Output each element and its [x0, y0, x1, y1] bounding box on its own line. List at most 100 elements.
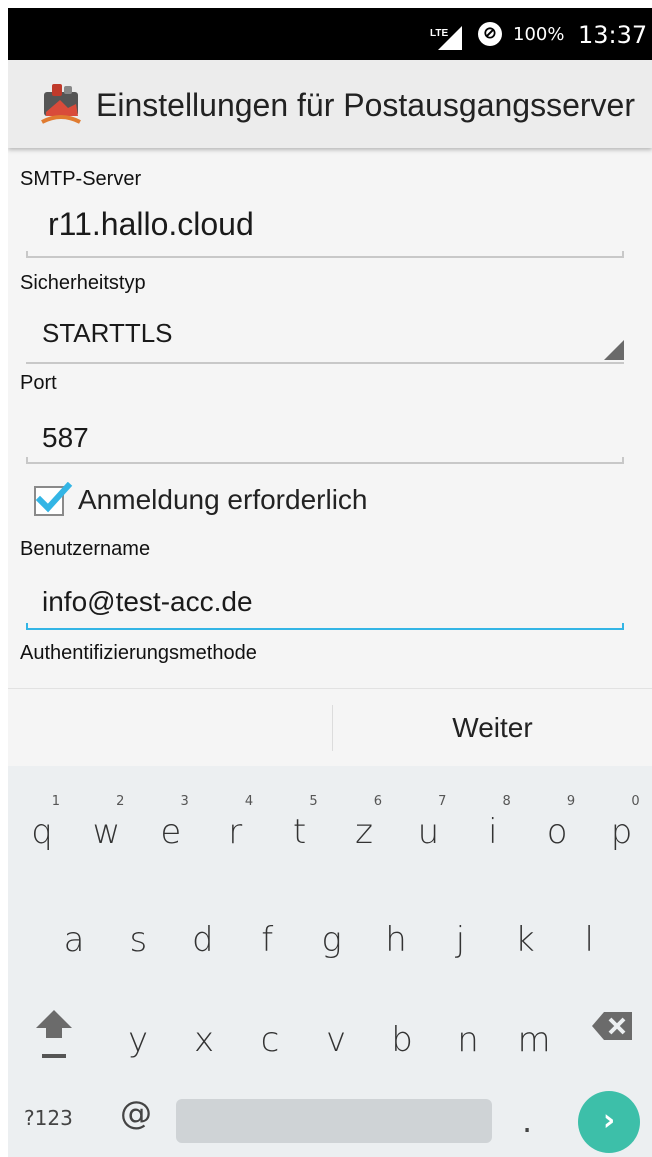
port-label: Port: [20, 372, 57, 394]
key-label: j: [455, 920, 466, 960]
status-bar: LTE ⊘ 100% 13:37: [8, 8, 652, 60]
key-label: c: [260, 1020, 280, 1060]
key-label: b: [391, 1020, 413, 1060]
key-a[interactable]: a: [42, 892, 106, 972]
key-hint: 2: [116, 794, 125, 809]
phone-screen: LTE ⊘ 100% 13:37 Einstellungen für Posta…: [8, 8, 652, 1157]
port-input[interactable]: 587: [26, 408, 624, 464]
key-label: z: [355, 812, 373, 852]
username-label: Benutzername: [20, 538, 151, 560]
data-saver-icon: ⊘: [478, 22, 502, 46]
backspace-key[interactable]: [590, 1006, 636, 1046]
key-j[interactable]: j: [428, 892, 492, 972]
key-w[interactable]: w2: [74, 784, 138, 864]
key-c[interactable]: c: [238, 992, 302, 1072]
key-label: u: [417, 812, 440, 852]
soft-keyboard: ?123 @ . › q1w2e3r4t5z6u7i8o9p0asdfghjkl…: [8, 766, 652, 1157]
key-label: n: [457, 1020, 479, 1060]
key-label: g: [321, 920, 342, 960]
security-type-value: STARTTLS: [42, 318, 173, 348]
button-bar: Weiter: [8, 688, 652, 767]
page-title: Einstellungen für Postausgangsserver: [96, 87, 635, 123]
input-underline: [26, 256, 624, 258]
key-hint: 1: [51, 794, 60, 809]
key-y[interactable]: y: [106, 992, 170, 1072]
spinner-underline: [26, 362, 624, 364]
next-button[interactable]: Weiter: [333, 689, 652, 767]
auth-required-label: Anmeldung erforderlich: [78, 484, 368, 515]
key-label: p: [610, 812, 633, 852]
port-value: 587: [42, 422, 89, 453]
key-label: l: [584, 920, 594, 960]
key-k[interactable]: k: [493, 892, 557, 972]
shift-icon: [36, 1010, 72, 1058]
key-hint: 7: [438, 794, 447, 809]
signal-icon: [438, 26, 462, 50]
key-label: s: [129, 920, 148, 960]
key-label: t: [292, 812, 307, 852]
smtp-server-value: r11.hallo.cloud: [48, 206, 254, 242]
auth-method-label: Authentifizierungsmethode: [20, 642, 257, 664]
key-d[interactable]: d: [171, 892, 235, 972]
space-key[interactable]: [176, 1099, 492, 1143]
key-o[interactable]: o9: [525, 784, 589, 864]
key-hint: 6: [373, 794, 382, 809]
key-hint: 3: [180, 794, 189, 809]
security-type-label: Sicherheitstyp: [20, 272, 146, 294]
dropdown-arrow-icon: [604, 340, 624, 360]
key-z[interactable]: z6: [332, 784, 396, 864]
key-u[interactable]: u7: [396, 784, 460, 864]
key-h[interactable]: h: [364, 892, 428, 972]
key-hint: 0: [631, 794, 640, 809]
key-hint: 9: [566, 794, 576, 809]
smtp-server-input[interactable]: r11.hallo.cloud: [26, 202, 624, 258]
app-bar: Einstellungen für Postausgangsserver: [8, 60, 652, 148]
key-hint: 5: [309, 794, 318, 809]
key-label: k: [514, 920, 535, 960]
key-v[interactable]: v: [304, 992, 368, 1072]
key-q[interactable]: q1: [10, 784, 74, 864]
key-label: r: [228, 812, 243, 852]
go-key[interactable]: ›: [578, 1091, 640, 1153]
key-m[interactable]: m: [502, 992, 566, 1072]
key-g[interactable]: g: [300, 892, 364, 972]
key-e[interactable]: e3: [139, 784, 203, 864]
key-label: f: [261, 920, 274, 960]
key-b[interactable]: b: [370, 992, 434, 1072]
mail-app-icon: [41, 84, 81, 124]
shift-key[interactable]: [26, 996, 82, 1066]
key-r[interactable]: r4: [203, 784, 267, 864]
key-label: y: [127, 1020, 149, 1060]
key-f[interactable]: f: [235, 892, 299, 972]
key-label: x: [193, 1020, 215, 1060]
key-label: i: [488, 812, 498, 852]
smtp-server-label: SMTP-Server: [20, 168, 142, 190]
at-key[interactable]: @: [120, 1094, 152, 1132]
key-label: q: [31, 812, 53, 852]
key-x[interactable]: x: [172, 992, 236, 1072]
key-l[interactable]: l: [557, 892, 621, 972]
clock: 13:37: [578, 21, 648, 49]
key-i[interactable]: i8: [461, 784, 525, 864]
username-input[interactable]: info@test-acc.de: [26, 574, 624, 630]
key-label: d: [192, 920, 214, 960]
key-label: v: [325, 1020, 347, 1060]
key-hint: 8: [502, 794, 511, 809]
key-label: m: [517, 1020, 551, 1060]
auth-required-checkbox[interactable]: [34, 482, 73, 516]
key-label: o: [546, 812, 568, 852]
symbols-key[interactable]: ?123: [24, 1106, 73, 1130]
key-p[interactable]: p0: [590, 784, 652, 864]
key-s[interactable]: s: [106, 892, 170, 972]
backspace-icon: [592, 1012, 632, 1040]
key-label: a: [63, 920, 85, 960]
input-underline: [26, 462, 624, 464]
input-underline-active: [26, 628, 624, 630]
key-n[interactable]: n: [436, 992, 500, 1072]
period-key[interactable]: .: [522, 1102, 532, 1140]
security-type-spinner[interactable]: STARTTLS: [26, 308, 624, 364]
battery-level: 100%: [513, 24, 565, 45]
key-t[interactable]: t5: [268, 784, 332, 864]
username-value: info@test-acc.de: [42, 586, 253, 617]
key-label: w: [92, 812, 121, 852]
